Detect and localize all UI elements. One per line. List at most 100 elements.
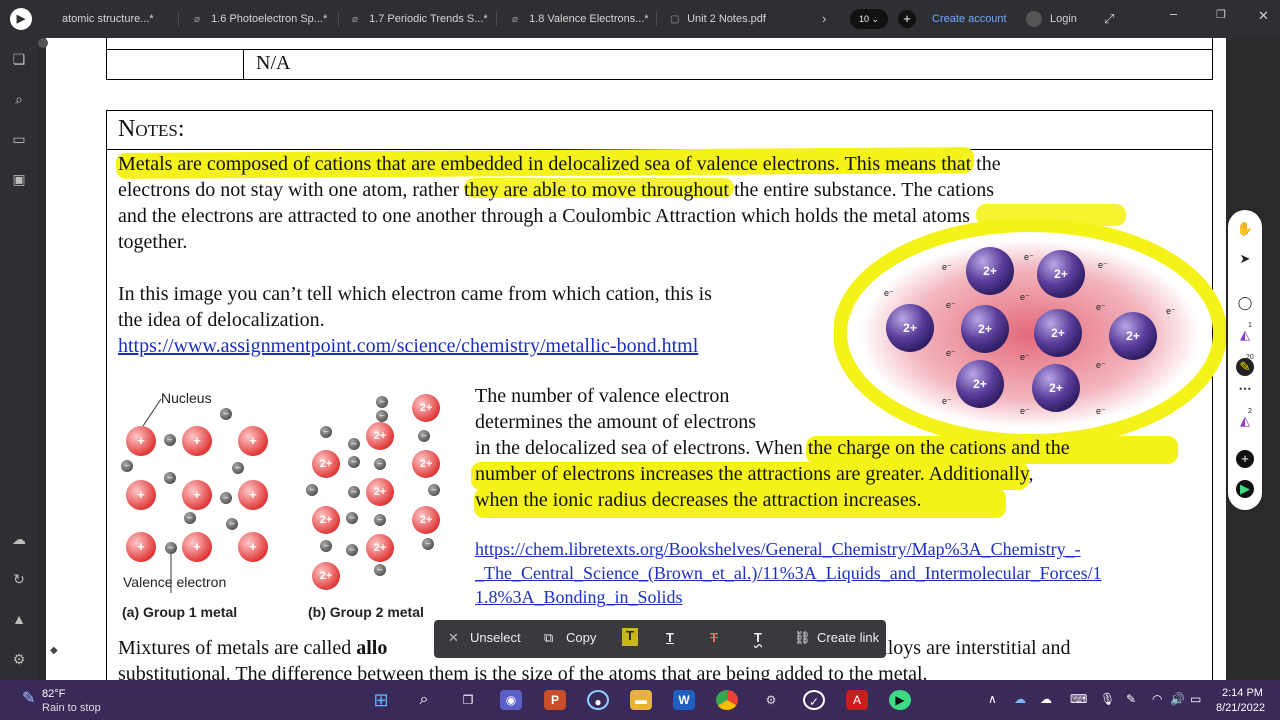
charge: + [249,433,257,448]
tray-chevron-icon[interactable]: ∧ [988,692,997,706]
windows-start-icon[interactable]: ⊞ [370,690,392,710]
create-link-button[interactable]: Create link [817,630,879,645]
powerpoint-icon[interactable]: P [544,690,566,710]
unselect-button[interactable]: Unselect [470,630,521,645]
zoom-value: 10 [858,14,869,24]
weather-icon: ✎ [22,690,36,707]
tab-periodic-trends[interactable]: ⌀ 1.7 Periodic Trends S...* [352,8,492,30]
close-icon[interactable]: ✕ [1258,8,1269,24]
comment-icon[interactable]: ◯ [1236,294,1254,312]
add-tool-icon[interactable]: + [1236,450,1254,468]
expand-icon[interactable]: ⤢ [1104,11,1114,27]
cloud-icon[interactable]: ☁ [1040,692,1052,706]
tab-scroll-right-icon[interactable]: › [822,11,826,26]
copy-icon[interactable]: ⧉ [544,630,553,646]
search-binoculars-icon[interactable]: ⌕ [10,90,28,108]
pages-icon[interactable]: ❏ [10,50,28,68]
valence-electron: – [164,434,176,446]
squiggly-text-icon[interactable]: T [754,630,762,645]
word-icon[interactable]: W [673,690,695,710]
link-icon[interactable]: ⛓ [794,630,811,646]
group2-cation: 2+ [412,394,440,422]
task-view-icon[interactable]: ❐ [457,690,479,710]
tab-unit2-notes[interactable]: ▢ Unit 2 Notes.pdf [670,8,800,30]
app-switch-icon[interactable]: ▶ [1236,480,1254,498]
volume-icon[interactable]: 🔊 [1170,692,1185,706]
file-explorer-icon[interactable]: ▬ [630,690,652,710]
microphone-icon[interactable]: 🎙 [1100,692,1115,706]
pen-tray-icon[interactable]: ✎ [1126,692,1136,706]
group1-cation: + [126,532,156,562]
hand-tool-icon[interactable]: ✋ [1236,220,1254,238]
keyboard-tray-icon[interactable]: ⌨ [1070,692,1087,706]
clock-time[interactable]: 2:14 PM [1222,687,1263,699]
underline-text-icon[interactable]: T [666,630,674,645]
valence-electron: – [376,410,388,422]
onedrive-icon[interactable]: ☁ [1014,692,1026,706]
tab-bar: ▶ atomic structure...* ⌀ 1.6 Photoelectr… [0,0,1280,38]
electron-symbol: e⁻ [1096,406,1106,416]
app-logo-icon[interactable]: ▶ [10,8,32,30]
checklist-app-icon[interactable]: ✓ [803,690,825,710]
cloud-sync-icon[interactable]: ☁ [10,530,28,548]
valence-electron: – [164,472,176,484]
unselect-icon[interactable]: ✕ [448,630,459,646]
metallic-bond-link[interactable]: https://www.assignmentpoint.com/science/… [118,333,698,359]
highlight-text-icon[interactable]: T [622,628,638,646]
wifi-icon[interactable]: ◠ [1152,692,1162,706]
libretexts-link-line3[interactable]: 1.8%3A_Bonding_in_Solids [475,586,683,609]
collapse-sidebar-icon[interactable] [38,38,48,48]
charge: + [193,433,201,448]
media-icon[interactable]: ● [587,690,609,710]
metal-lattice-diagrams: Nucleus + + + + + + + + + – – – – – – – … [116,388,466,628]
prev-table-divider [243,49,244,80]
tab-atomic-structure[interactable]: atomic structure...* [62,8,172,30]
battery-icon[interactable]: ▭ [1190,692,1201,706]
libretexts-link-line2[interactable]: _The_Central_Science_(Brown_et_al.)/11%3… [475,562,1102,585]
zoom-selector[interactable]: 10 ⌄ [850,9,888,29]
strikethrough-text-icon[interactable]: T [710,630,718,645]
valence-electron: – [320,540,332,552]
charge: + [137,487,145,502]
kami-app-icon[interactable]: ▶ [889,690,911,710]
clock-date[interactable]: 8/21/2022 [1216,702,1265,714]
valence-electron: – [232,462,244,474]
history-icon[interactable]: ↻ [10,570,28,588]
create-account-link[interactable]: Create account [932,13,1007,25]
group1-cation: + [182,426,212,456]
copy-button[interactable]: Copy [566,630,596,645]
charge: + [249,539,257,554]
pdf-link-icon: ⌀ [194,14,201,25]
charge: 2+ [373,542,387,554]
charge: + [249,487,257,502]
chrome-icon[interactable] [716,690,738,710]
weather-status[interactable]: Rain to stop [42,702,101,714]
graduation-cap-icon[interactable]: ▲ [10,610,28,628]
tab-valence-electrons[interactable]: ⌀ 1.8 Valence Electrons...* [512,8,652,30]
add-tab-icon[interactable]: + [898,10,916,28]
more-options-icon[interactable]: ⋯ [1236,380,1254,398]
minimize-icon[interactable]: – [1170,6,1177,21]
settings-gear-icon[interactable]: ⚙ [10,650,28,668]
maximize-icon[interactable]: ❐ [1216,8,1226,21]
user-avatar-icon [1026,11,1042,27]
login-link[interactable]: Login [1050,13,1077,25]
settings-icon[interactable]: ⚙ [760,690,782,710]
electron-symbol: e⁻ [942,262,952,272]
group2-cation: 2+ [312,450,340,478]
charge: + [137,433,145,448]
select-pointer-icon[interactable]: ➤ [1236,250,1254,268]
tab-label: 1.7 Periodic Trends S...* [369,13,488,25]
group1-label: (a) Group 1 metal [122,604,238,620]
keyboard-icon[interactable]: ▭ [10,130,28,148]
save-icon[interactable]: ▣ [10,170,28,188]
para4-line2: substitutional. The difference between t… [118,663,928,680]
teams-chat-icon[interactable]: ◉ [500,690,522,710]
libretexts-link-line1[interactable]: https://chem.libretexts.org/Bookshelves/… [475,538,1081,561]
electron-symbol: e⁻ [1098,260,1108,270]
weather-temp[interactable]: 82°F [42,688,65,700]
acrobat-icon[interactable]: A [846,690,868,710]
charge: 2+ [319,458,333,470]
tab-photoelectron[interactable]: ⌀ 1.6 Photoelectron Sp...* [194,8,334,30]
search-icon[interactable]: ⌕ [413,690,435,710]
